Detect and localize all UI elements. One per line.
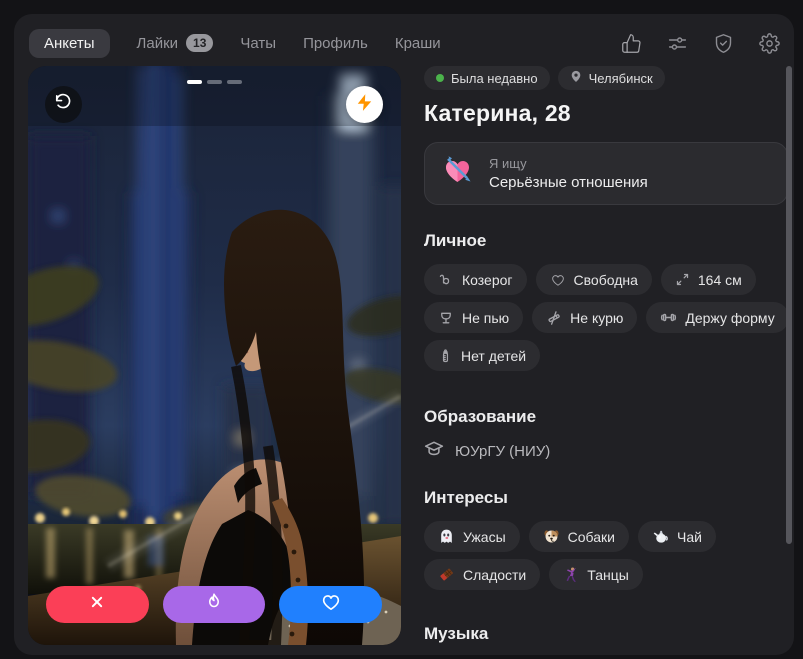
heart-with-arrow-emoji (441, 154, 475, 193)
no-smoking-icon (546, 310, 562, 326)
tab-label: Анкеты (44, 34, 95, 52)
section-title-interests: Интересы (424, 488, 508, 507)
chip-interest-dancing: Танцы (549, 559, 643, 590)
status-badges: Была недавно Челябинск (424, 66, 788, 90)
tab-profile[interactable]: Профиль (303, 35, 368, 52)
lightning-bolt-icon (355, 93, 374, 117)
tab-label: Чаты (240, 34, 277, 52)
ghost-emoji (438, 528, 455, 545)
profile-name-age: Катерина, 28 (424, 100, 571, 126)
height-arrows-icon (675, 272, 690, 287)
thumbs-up-icon[interactable] (621, 33, 642, 54)
heart-icon (320, 591, 342, 618)
section-title-personal: Личное (424, 231, 487, 250)
tab-chats[interactable]: Чаты (240, 35, 276, 52)
chip-interest-dogs: Собаки (528, 521, 629, 552)
carousel-dot-2[interactable] (207, 80, 222, 84)
panel-scrollbar[interactable] (786, 66, 792, 544)
section-title-education: Образование (424, 407, 537, 426)
chip-fitness: Держу форму (646, 302, 788, 333)
city-badge-label: Челябинск (588, 70, 653, 86)
undo-button[interactable] (45, 86, 82, 123)
tab-ankety[interactable]: Анкеты (29, 28, 110, 58)
activity-badge-label: Была недавно (451, 70, 538, 86)
chocolate-emoji (438, 566, 455, 583)
flame-icon (203, 591, 225, 618)
swipe-actions (46, 586, 383, 623)
shield-check-icon[interactable] (713, 33, 734, 54)
heart-outline-icon (550, 272, 566, 288)
undo-icon (54, 93, 73, 117)
app-window: Анкеты Лайки 13 Чаты Профиль Краши Была … (14, 14, 794, 655)
wine-glass-icon (438, 310, 454, 326)
dislike-button[interactable] (46, 586, 149, 623)
superlike-button[interactable] (162, 586, 266, 623)
online-dot (436, 74, 444, 82)
location-pin-icon (570, 70, 582, 86)
looking-for-value: Серьёзные отношения (489, 174, 648, 191)
city-badge: Челябинск (557, 66, 665, 90)
tab-label: Лайки (136, 34, 179, 52)
x-icon (87, 592, 107, 617)
activity-badge: Была недавно (424, 66, 550, 90)
boost-button[interactable] (346, 86, 383, 123)
likes-count-badge: 13 (186, 34, 214, 52)
chip-height: 164 см (660, 264, 756, 295)
section-title-music: Музыка (424, 624, 489, 643)
gear-icon[interactable] (759, 32, 780, 54)
carousel-dot-3[interactable] (227, 80, 242, 84)
chip-zodiac: Козерог (424, 264, 527, 295)
capricorn-icon (438, 272, 454, 288)
photo-carousel-dots[interactable] (28, 80, 401, 84)
chip-interest-sweets: Сладости (424, 559, 541, 590)
profile-details-panel: Была недавно Челябинск Катерина, 28 Я ищ… (424, 66, 788, 655)
dog-emoji (543, 528, 560, 545)
education-row: ЮУрГУ (НИУ) (424, 440, 788, 462)
chip-relationship: Свободна (535, 264, 652, 295)
filters-icon[interactable] (667, 33, 688, 54)
chip-interest-horror: Ужасы (424, 521, 520, 552)
teapot-emoji (652, 528, 669, 545)
like-button[interactable] (279, 586, 383, 623)
baby-bottle-icon (438, 348, 453, 364)
tab-crushes[interactable]: Краши (395, 35, 441, 52)
profile-photo (28, 66, 401, 645)
tab-label: Краши (394, 34, 441, 52)
looking-for-card: Я ищу Серьёзные отношения (424, 142, 788, 205)
dancer-emoji (563, 566, 579, 583)
education-value: ЮУрГУ (НИУ) (455, 442, 551, 460)
chip-alcohol: Не пью (424, 302, 524, 333)
carousel-dot-1[interactable] (187, 80, 202, 84)
chip-children: Нет детей (424, 340, 541, 371)
personal-chips: Козерог Свободна 164 см Не пью Не курю Д… (424, 264, 788, 371)
interest-chips: Ужасы Собаки Чай Сладости Танцы (424, 521, 788, 590)
tab-likes[interactable]: Лайки 13 (137, 34, 214, 52)
top-nav: Анкеты Лайки 13 Чаты Профиль Краши (29, 22, 780, 64)
chip-interest-tea: Чай (637, 521, 716, 552)
dumbbell-icon (660, 309, 677, 326)
profile-photo-card[interactable] (28, 66, 401, 645)
tab-label: Профиль (303, 34, 368, 52)
chip-smoking: Не курю (532, 302, 638, 333)
looking-for-label: Я ищу (489, 156, 527, 171)
graduation-cap-icon (424, 440, 444, 462)
